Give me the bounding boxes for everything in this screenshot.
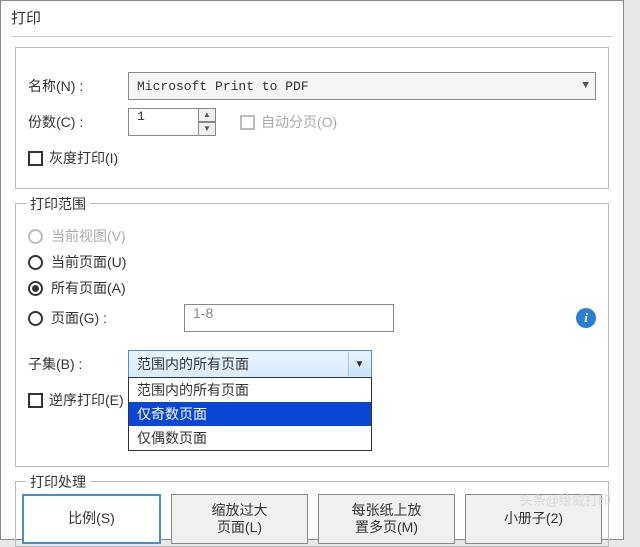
chevron-down-icon[interactable]: ▼ — [348, 352, 370, 376]
pages-input[interactable]: 1-8 — [184, 304, 394, 332]
radio-pages[interactable]: 页面(G) : — [28, 308, 128, 328]
print-handling-legend: 打印处理 — [26, 472, 90, 492]
radio-current-view: 当前视图(V) — [28, 226, 596, 246]
subset-label: 子集(B) : — [28, 354, 128, 374]
printer-name-select[interactable]: Microsoft Print to PDF ▼ — [128, 72, 596, 100]
watermark: 头条@绘威打印 — [520, 490, 611, 509]
subset-option-odd[interactable]: 仅奇数页面 — [129, 402, 371, 426]
collate-checkbox-wrap: 自动分页(O) — [240, 112, 337, 132]
printer-name-label: 名称(N) : — [28, 76, 128, 96]
subset-select[interactable]: 范围内的所有页面 ▼ — [128, 350, 372, 378]
copies-spinner[interactable]: 1 ▲ ▼ — [128, 108, 216, 136]
subset-option-even[interactable]: 仅偶数页面 — [129, 426, 371, 450]
chevron-down-icon: ▼ — [582, 80, 589, 92]
separator — [11, 36, 613, 37]
dialog-title: 打印 — [1, 1, 623, 34]
all-pages-label: 所有页面(A) — [51, 278, 126, 298]
radio-icon[interactable] — [28, 311, 43, 326]
tab-fit[interactable]: 缩放过大 页面(L) — [171, 494, 308, 544]
radio-current-page[interactable]: 当前页面(U) — [28, 252, 596, 272]
current-page-label: 当前页面(U) — [51, 252, 126, 272]
tab-scale[interactable]: 比例(S) — [22, 494, 161, 544]
print-range-legend: 打印范围 — [26, 194, 90, 214]
subset-dropdown: 范围内的所有页面 仅奇数页面 仅偶数页面 — [128, 377, 372, 451]
current-view-label: 当前视图(V) — [51, 226, 126, 246]
copies-value[interactable]: 1 — [128, 108, 198, 136]
spinner-down-icon[interactable]: ▼ — [198, 122, 216, 136]
copies-label: 份数(C) : — [28, 112, 128, 132]
info-icon[interactable]: i — [576, 308, 596, 328]
grayscale-checkbox[interactable] — [28, 151, 43, 166]
grayscale-checkbox-wrap[interactable]: 灰度打印(I) — [28, 148, 118, 168]
reverse-label: 逆序打印(E) — [49, 390, 124, 410]
subset-option-all[interactable]: 范围内的所有页面 — [129, 378, 371, 402]
collate-checkbox — [240, 115, 255, 130]
subset-select-wrap: 范围内的所有页面 ▼ 范围内的所有页面 仅奇数页面 仅偶数页面 — [128, 350, 372, 378]
tab-multi[interactable]: 每张纸上放 置多页(M) — [318, 494, 455, 544]
pages-label: 页面(G) : — [51, 308, 107, 328]
radio-icon[interactable] — [28, 255, 43, 270]
print-dialog: 打印 名称(N) : Microsoft Print to PDF ▼ 份数(C… — [0, 0, 624, 540]
subset-selected-value: 范围内的所有页面 — [137, 354, 249, 374]
radio-icon[interactable] — [28, 281, 43, 296]
grayscale-label: 灰度打印(I) — [49, 148, 118, 168]
reverse-checkbox-wrap[interactable]: 逆序打印(E) — [28, 390, 124, 410]
spinner-up-icon[interactable]: ▲ — [198, 108, 216, 122]
pages-value: 1-8 — [193, 305, 213, 321]
printer-name-value: Microsoft Print to PDF — [137, 79, 309, 94]
print-range-group: 打印范围 当前视图(V) 当前页面(U) 所有页面(A) 页面(G) : 1-8… — [15, 203, 609, 467]
radio-icon — [28, 229, 43, 244]
radio-all-pages[interactable]: 所有页面(A) — [28, 278, 596, 298]
collate-label: 自动分页(O) — [261, 112, 337, 132]
printer-group: 名称(N) : Microsoft Print to PDF ▼ 份数(C) :… — [15, 47, 609, 189]
reverse-checkbox[interactable] — [28, 393, 43, 408]
